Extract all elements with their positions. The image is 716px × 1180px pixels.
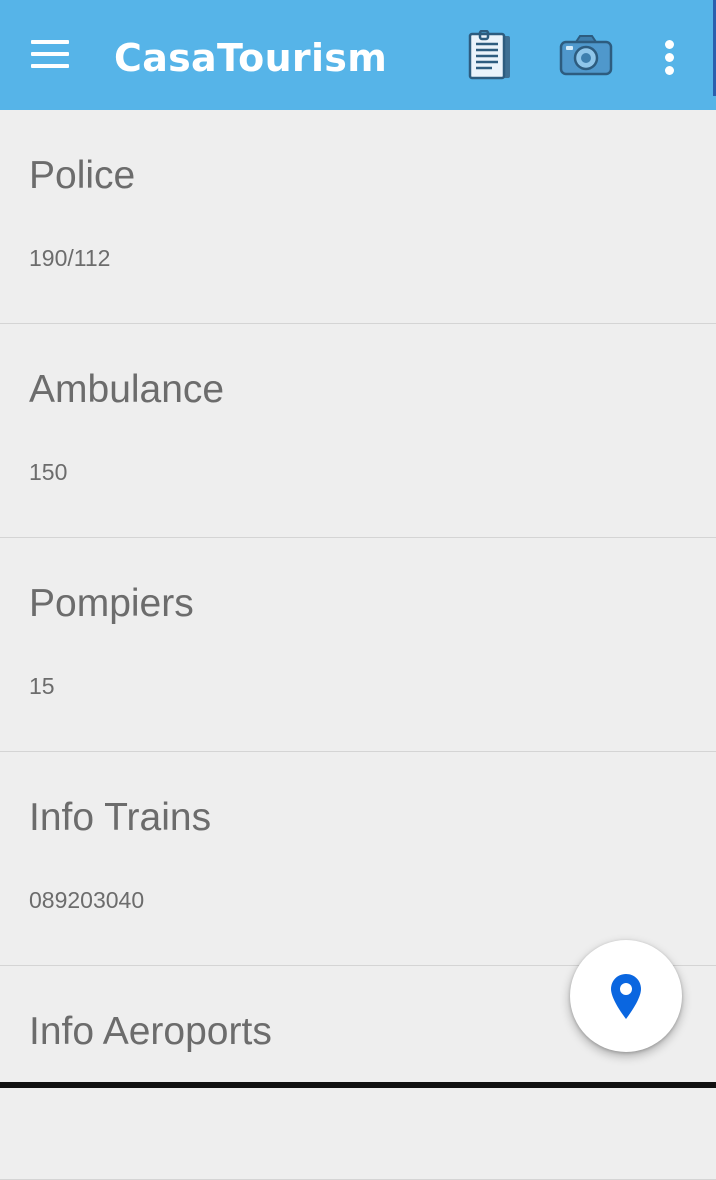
item-title: Info Trains [29,796,212,839]
map-fab-button[interactable] [570,940,682,1052]
list-item[interactable]: Ambulance 150 [0,324,716,538]
document-icon[interactable] [464,29,516,82]
app-bar: CasaTourism [0,0,716,110]
item-value: 150 [29,459,68,485]
list-item[interactable]: Info Trains 089203040 [0,752,716,966]
item-title: Info Aeroports [29,1010,272,1053]
location-pin-icon [611,974,641,1019]
camera-icon[interactable] [558,34,614,78]
hamburger-menu-icon[interactable] [26,34,74,78]
list-item[interactable]: Pompiers 15 [0,538,716,752]
bottom-edge [0,1082,716,1088]
list-item[interactable]: Police 190/112 [0,110,716,324]
item-title: Pompiers [29,582,194,625]
more-vert-icon[interactable] [652,34,688,78]
app-title: CasaTourism [114,36,388,80]
item-value: 15 [29,673,55,699]
item-title: Ambulance [29,368,225,411]
item-value: 089203040 [29,887,145,913]
item-title: Police [29,154,136,197]
item-value: 190/112 [29,245,111,271]
